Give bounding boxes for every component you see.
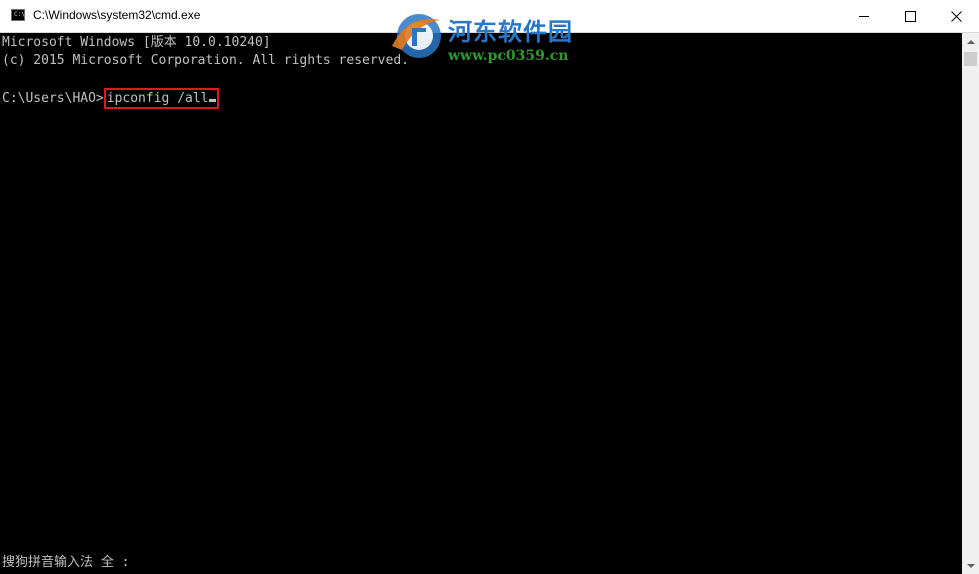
vertical-scrollbar[interactable] xyxy=(962,33,979,574)
console-prompt: C:\Users\HAO> xyxy=(2,91,104,106)
scroll-up-button[interactable] xyxy=(962,33,979,50)
ime-status-bar: 搜狗拼音输入法 全 : xyxy=(2,555,130,570)
console-line-copyright: (c) 2015 Microsoft Corporation. All righ… xyxy=(2,53,409,68)
title-bar[interactable]: C:\ C:\Windows\system32\cmd.exe xyxy=(0,0,979,33)
cmd-icon-glyph: C:\ xyxy=(14,11,25,18)
minimize-button[interactable] xyxy=(841,0,887,32)
maximize-button[interactable] xyxy=(887,0,933,32)
scrollbar-thumb[interactable] xyxy=(964,52,977,66)
window-title: C:\Windows\system32\cmd.exe xyxy=(33,8,201,22)
minimize-icon xyxy=(859,15,869,17)
console-line-version: Microsoft Windows [版本 10.0.10240] xyxy=(2,35,271,50)
maximize-icon xyxy=(904,10,916,22)
close-button[interactable] xyxy=(933,0,979,32)
arrow-down-icon xyxy=(966,563,975,568)
command-input[interactable]: ipconfig /all xyxy=(107,91,209,106)
console-prompt-line[interactable]: C:\Users\HAO> ipconfig /all xyxy=(2,88,219,109)
cmd-icon[interactable]: C:\ xyxy=(11,9,25,21)
console-output[interactable]: Microsoft Windows [版本 10.0.10240] (c) 20… xyxy=(0,33,962,574)
close-icon xyxy=(950,10,962,22)
scroll-down-button[interactable] xyxy=(962,557,979,574)
text-cursor xyxy=(208,99,216,102)
arrow-up-icon xyxy=(966,39,975,44)
command-highlight-box: ipconfig /all xyxy=(103,88,219,109)
